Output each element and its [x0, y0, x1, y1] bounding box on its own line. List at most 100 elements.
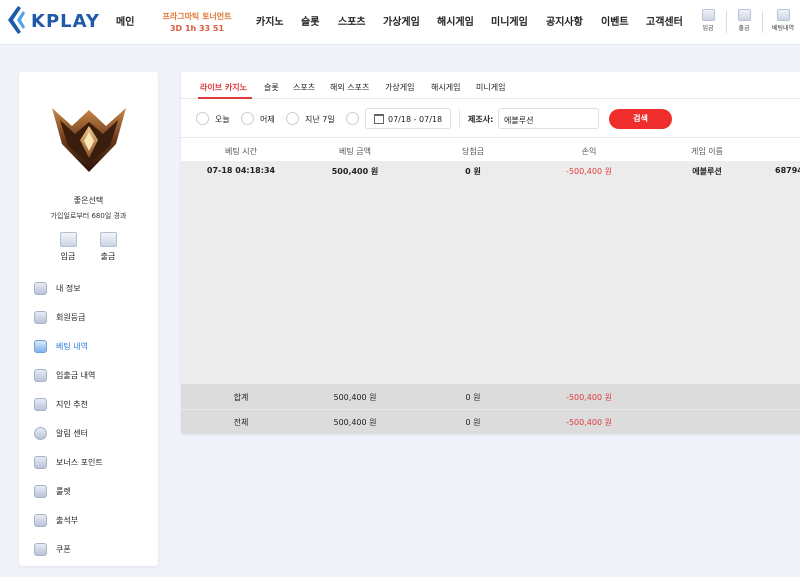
sidebar-item-label: 보너스 포인트 — [56, 458, 103, 467]
logo-chevron-icon — [8, 6, 25, 34]
sidebar-item-notifications[interactable]: 알림 센터 — [34, 425, 154, 443]
user-nickname: 좋은선택 — [73, 196, 104, 205]
sidebar-deposit-button[interactable]: 입금 — [56, 232, 80, 262]
sidebar-item-referral[interactable]: 지인 추천 — [34, 396, 154, 414]
sidebar-item-label: 룰렛 — [56, 487, 71, 496]
summary-row-total: 전체 500,400 원 0 원 -500,400 원 — [181, 413, 800, 431]
table-body: 07-18 04:18:34 500,400 원 0 원 -500,400 원 … — [181, 162, 800, 384]
betting-icon — [34, 340, 47, 353]
summary-bet-amount: 500,400 원 — [333, 393, 377, 402]
radio-circle — [346, 112, 359, 125]
nav-casino[interactable]: 카지노 — [256, 13, 284, 28]
kplay-logo[interactable]: KPLAY — [6, 5, 102, 35]
nav-support[interactable]: 고객센터 — [646, 13, 683, 28]
summary-label: 합계 — [233, 393, 249, 402]
radio-label: 오늘 — [215, 115, 230, 124]
tab-overseas-sports[interactable]: 해외 스포츠 — [330, 82, 369, 93]
search-button[interactable]: 검색 — [609, 109, 672, 129]
header-withdraw-button[interactable]: 출금 — [731, 9, 757, 32]
bet-history-icon — [776, 9, 790, 21]
sidebar-item-roulette[interactable]: 룰렛 — [34, 483, 154, 501]
header-bet-history-button[interactable]: 베팅내역 — [770, 9, 796, 32]
promo-timer: 3D 1h 33 51 — [169, 24, 225, 33]
radio-label: 어제 — [260, 115, 275, 124]
cell-game-name: 에볼루션 — [692, 167, 722, 176]
summary-label: 전체 — [233, 418, 249, 427]
sidebar-item-attendance[interactable]: 출석부 — [34, 512, 154, 530]
provider-input[interactable]: 에볼루션 — [498, 108, 599, 129]
sidebar-withdraw-label: 출금 — [100, 252, 116, 261]
tab-sports[interactable]: 스포츠 — [293, 82, 315, 93]
radio-circle — [241, 112, 254, 125]
deposit-icon — [59, 232, 77, 247]
sidebar-item-coupon[interactable]: 쿠폰 — [34, 541, 154, 559]
withdraw-icon — [737, 9, 751, 21]
summary-profit: -500,400 원 — [566, 393, 612, 402]
promo-title: 프라그마틱 토너먼트 — [162, 12, 232, 21]
nav-sports[interactable]: 스포츠 — [338, 13, 366, 28]
sidebar-withdraw-button[interactable]: 출금 — [96, 232, 120, 262]
tab-live-casino[interactable]: 라이브 카지노 — [200, 82, 247, 93]
header-withdraw-label: 출금 — [738, 25, 750, 32]
referral-icon — [34, 398, 47, 411]
header-divider — [762, 11, 763, 33]
member-days: 가입일로부터 680일 경과 — [50, 212, 127, 220]
user-icon — [34, 282, 47, 295]
sidebar-item-transactions[interactable]: 입출금 내역 — [34, 367, 154, 385]
tab-virtual[interactable]: 가상게임 — [385, 82, 414, 93]
nav-event[interactable]: 이벤트 — [601, 13, 629, 28]
column-header-game-name: 게임 이름 — [691, 147, 723, 156]
date-range-picker[interactable]: 07/18 - 07/18 — [365, 108, 451, 129]
tab-hash[interactable]: 해시게임 — [431, 82, 460, 93]
promo-banner[interactable]: 프라그마틱 토너먼트 3D 1h 33 51 — [148, 11, 246, 35]
header-divider — [726, 11, 727, 33]
date-range-value: 07/18 - 07/18 — [388, 115, 443, 124]
active-tab-indicator — [198, 97, 252, 99]
sidebar-item-label: 알림 센터 — [56, 429, 88, 438]
grade-icon — [34, 311, 47, 324]
tab-slot[interactable]: 슬롯 — [264, 82, 279, 93]
sidebar-item-bonus-points[interactable]: 보너스 포인트 — [34, 454, 154, 472]
summary-winnings: 0 원 — [465, 393, 481, 402]
sidebar-item-my-info[interactable]: 내 정보 — [34, 280, 154, 298]
mypage-sidebar: 좋은선택 가입일로부터 680일 경과 입금 출금 내 정보 회원등급 베팅 내… — [19, 72, 158, 566]
sidebar-item-label: 쿠폰 — [56, 545, 71, 554]
column-header-bet-time: 베팅 시간 — [225, 147, 257, 156]
bonus-icon — [34, 456, 47, 469]
sidebar-item-member-grade[interactable]: 회원등급 — [34, 309, 154, 327]
sidebar-item-label: 회원등급 — [56, 313, 86, 322]
column-header-bet-amount: 베팅 금액 — [339, 147, 371, 156]
summary-divider — [181, 409, 800, 410]
table-header: 베팅 시간 베팅 금액 당첨금 손익 게임 이름 — [181, 139, 800, 162]
sidebar-item-label: 입출금 내역 — [56, 371, 96, 380]
attendance-icon — [34, 514, 47, 527]
radio-label: 지난 7일 — [305, 115, 335, 124]
nav-mini[interactable]: 미니게임 — [491, 13, 528, 28]
column-header-profit: 손익 — [581, 147, 597, 156]
radio-circle — [286, 112, 299, 125]
logo-text: KPLAY — [31, 11, 100, 32]
coupon-icon — [34, 543, 47, 556]
withdraw-icon — [99, 232, 117, 247]
top-header: KPLAY 메인 프라그마틱 토너먼트 3D 1h 33 51 카지노 슬롯 스… — [0, 0, 800, 45]
table-summary: 합계 500,400 원 0 원 -500,400 원 전체 500,400 원… — [181, 384, 800, 434]
nav-virtual[interactable]: 가상게임 — [383, 13, 420, 28]
chat-icon — [34, 427, 47, 440]
nav-main[interactable]: 메인 — [116, 13, 134, 28]
provider-label: 제조사: — [468, 115, 494, 124]
sidebar-item-bet-history[interactable]: 베팅 내역 — [34, 338, 154, 356]
nav-notice[interactable]: 공지사항 — [546, 13, 583, 28]
sidebar-deposit-label: 입금 — [60, 252, 76, 261]
column-header-winnings: 당첨금 — [461, 147, 485, 156]
tab-mini[interactable]: 미니게임 — [476, 82, 505, 93]
nav-slot[interactable]: 슬롯 — [301, 13, 319, 28]
game-category-tabs: 라이브 카지노 슬롯 스포츠 해외 스포츠 가상게임 해시게임 미니게임 — [181, 72, 800, 99]
table-row[interactable]: 07-18 04:18:34 500,400 원 0 원 -500,400 원 … — [181, 162, 800, 180]
filter-bar: 오늘 어제 지난 7일 07/18 - 07/18 제조사: 에볼루션 검색 — [181, 100, 800, 138]
rank-emblem-icon — [52, 108, 126, 172]
header-bet-history-label: 베팅내역 — [771, 25, 795, 32]
cell-winnings: 0 원 — [465, 167, 481, 176]
header-deposit-button[interactable]: 입금 — [695, 9, 721, 32]
sidebar-item-label: 출석부 — [56, 516, 79, 525]
nav-hash[interactable]: 해시게임 — [437, 13, 474, 28]
